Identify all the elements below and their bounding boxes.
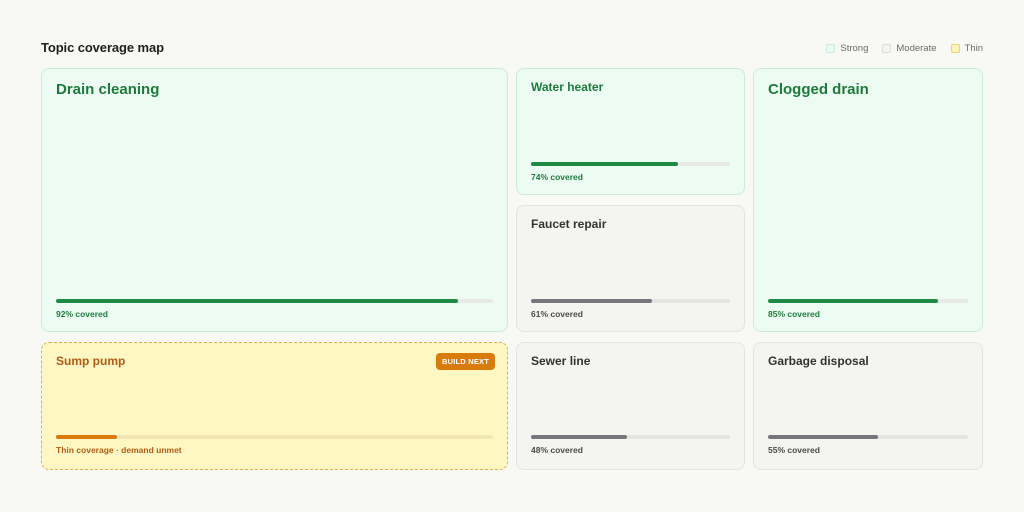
coverage-status: 48% covered <box>531 445 583 455</box>
coverage-bar-fill <box>56 435 118 439</box>
topic-card-faucet-repair[interactable]: Faucet repair 61% covered <box>516 205 745 332</box>
coverage-bar-fill <box>531 435 627 439</box>
topic-card-garbage-disposal[interactable]: Garbage disposal 55% covered <box>753 342 983 470</box>
topic-card-clogged-drain[interactable]: Clogged drain 85% covered <box>753 68 983 332</box>
coverage-bar <box>768 299 968 303</box>
topic-title: Clogged drain <box>768 81 869 98</box>
legend-item-strong: Strong <box>826 43 868 54</box>
topic-title: Faucet repair <box>531 217 607 231</box>
legend-label-moderate: Moderate <box>896 43 937 54</box>
map-header: Topic coverage map Strong Moderate Thin <box>41 40 983 58</box>
coverage-bar-fill <box>768 299 938 303</box>
legend-swatch-strong <box>826 44 836 53</box>
coverage-status: Thin coverage · demand unmet <box>56 445 182 455</box>
legend-label-strong: Strong <box>840 43 869 54</box>
topic-title: Sump pump <box>56 354 126 368</box>
build-next-badge: BUILD NEXT <box>436 353 495 370</box>
topic-title: Water heater <box>531 80 604 94</box>
topic-card-sewer-line[interactable]: Sewer line 48% covered <box>516 342 745 470</box>
coverage-status: 85% covered <box>768 309 820 319</box>
topic-card-drain-cleaning[interactable]: Drain cleaning 92% covered <box>41 68 508 332</box>
coverage-status: 55% covered <box>768 445 820 455</box>
topic-card-sump-pump[interactable]: Sump pump BUILD NEXT Thin coverage · dem… <box>41 342 508 470</box>
legend-item-thin: Thin <box>950 43 983 54</box>
coverage-bar-fill <box>531 299 653 303</box>
legend-swatch-thin <box>950 44 960 53</box>
coverage-bar <box>531 162 730 166</box>
topic-title: Garbage disposal <box>768 354 869 368</box>
coverage-bar-fill <box>531 162 679 166</box>
legend: Strong Moderate Thin <box>826 43 983 54</box>
legend-swatch-moderate <box>882 44 892 53</box>
coverage-status: 74% covered <box>531 172 583 182</box>
topic-card-water-heater[interactable]: Water heater 74% covered <box>516 68 745 195</box>
topic-title: Drain cleaning <box>56 81 160 98</box>
coverage-bar <box>531 299 730 303</box>
coverage-bar-fill <box>56 299 459 303</box>
coverage-bar <box>768 435 968 439</box>
page-title: Topic coverage map <box>41 40 164 55</box>
topic-title: Sewer line <box>531 354 591 368</box>
legend-label-thin: Thin <box>964 43 983 54</box>
coverage-status: 92% covered <box>56 309 108 319</box>
coverage-bar <box>56 299 493 303</box>
coverage-bar <box>531 435 730 439</box>
coverage-bar-fill <box>768 435 878 439</box>
coverage-status: 61% covered <box>531 309 583 319</box>
legend-item-moderate: Moderate <box>882 43 937 54</box>
coverage-bar <box>56 435 493 439</box>
